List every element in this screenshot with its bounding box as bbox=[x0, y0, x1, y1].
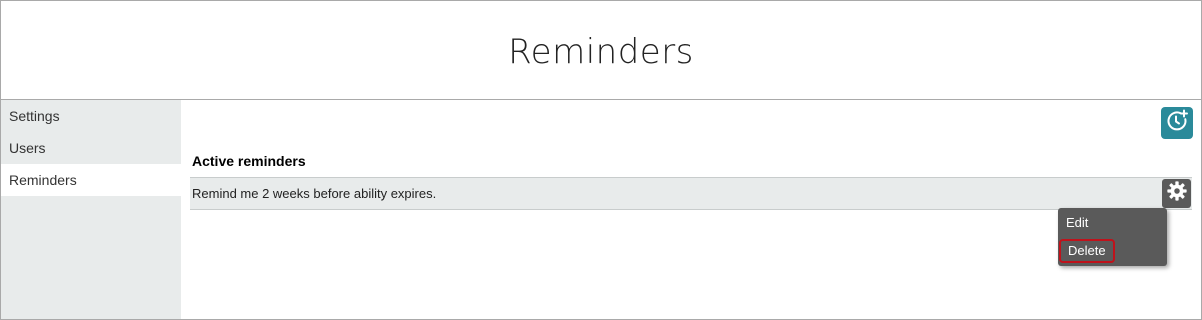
menu-item-delete[interactable]: Delete bbox=[1059, 239, 1115, 263]
menu-item-edit[interactable]: Edit bbox=[1059, 211, 1095, 235]
clock-plus-icon bbox=[1165, 109, 1189, 138]
sidebar-item-settings[interactable]: Settings bbox=[1, 100, 181, 132]
reminder-options-menu: Edit Delete bbox=[1058, 208, 1167, 266]
gear-icon bbox=[1166, 180, 1188, 207]
sidebar-item-users[interactable]: Users bbox=[1, 132, 181, 164]
app-window: Reminders Settings Users Reminders Activ… bbox=[0, 0, 1202, 320]
sidebar: Settings Users Reminders bbox=[1, 100, 181, 319]
page-title: Reminders bbox=[508, 32, 694, 72]
reminder-text: Remind me 2 weeks before ability expires… bbox=[192, 186, 437, 201]
page-header: Reminders bbox=[1, 1, 1201, 100]
sidebar-item-reminders[interactable]: Reminders bbox=[1, 164, 181, 196]
reminder-options-button[interactable] bbox=[1162, 179, 1191, 208]
section-heading: Active reminders bbox=[192, 153, 306, 169]
add-reminder-button[interactable] bbox=[1161, 107, 1193, 139]
table-row: Remind me 2 weeks before ability expires… bbox=[190, 177, 1192, 210]
main-content: Active reminders Remind me 2 weeks befor… bbox=[181, 100, 1201, 319]
